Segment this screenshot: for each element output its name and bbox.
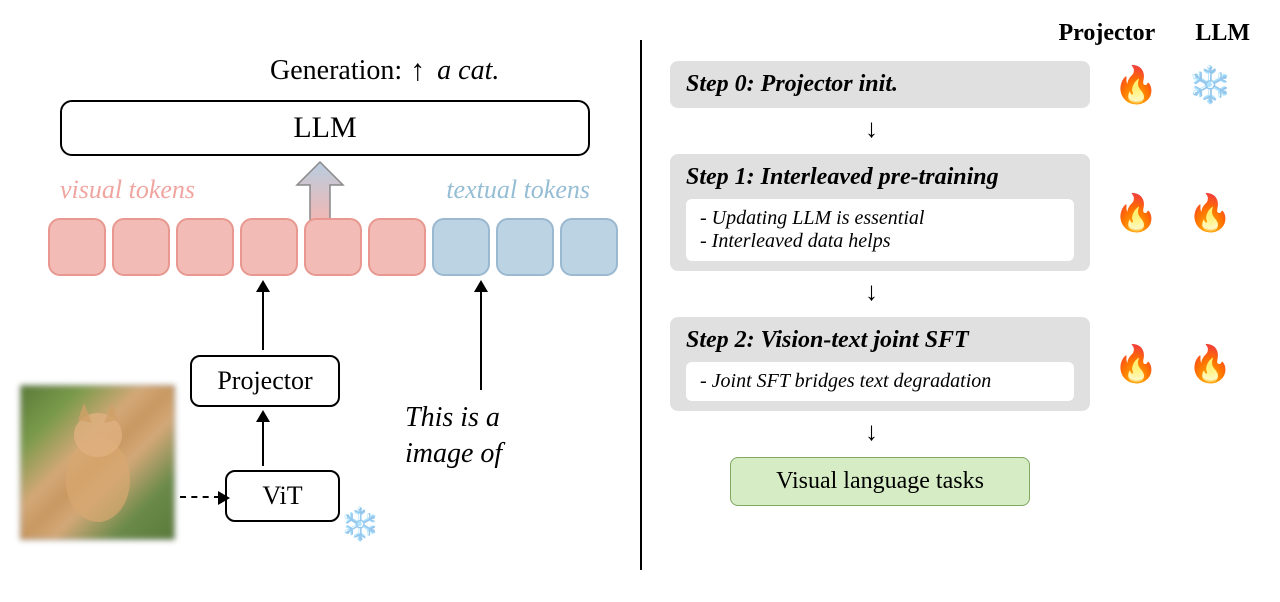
step-2-bullet: Joint SFT bridges text degradation	[700, 370, 1060, 393]
header-projector: Projector	[1059, 20, 1156, 47]
visual-tokens-label: visual tokens	[60, 175, 195, 205]
up-arrow-icon	[262, 420, 264, 466]
dashed-right-arrow-icon	[180, 496, 220, 498]
visual-token	[112, 218, 170, 276]
step-0-box: Step 0: Projector init.	[670, 61, 1090, 108]
architecture-diagram: Generation: ↑ a cat. LLM visual tokens t…	[0, 0, 640, 602]
caption-line: image of	[405, 436, 502, 472]
down-arrow-icon: ↓	[670, 279, 1260, 305]
fire-icon: 🔥	[1182, 192, 1238, 234]
training-steps-panel: Projector LLM Step 0: Projector init. 🔥 …	[640, 0, 1280, 602]
vit-label: ViT	[262, 481, 302, 511]
step-0-row: Step 0: Projector init. 🔥 ❄️	[670, 61, 1260, 108]
step-1-body: Updating LLM is essential Interleaved da…	[686, 199, 1074, 261]
input-image	[20, 385, 175, 540]
step-1-row: Step 1: Interleaved pre-training Updatin…	[670, 154, 1260, 271]
visual-token	[48, 218, 106, 276]
up-arrow-icon: ↑	[410, 56, 425, 86]
visual-token	[176, 218, 234, 276]
step-2-body: Joint SFT bridges text degradation	[686, 362, 1074, 401]
visual-token	[240, 218, 298, 276]
fire-icon: 🔥	[1108, 343, 1164, 385]
column-headers: Projector LLM	[670, 20, 1260, 47]
token-row	[48, 218, 618, 276]
down-arrow-icon: ↓	[670, 116, 1260, 142]
textual-tokens-label: textual tokens	[446, 175, 590, 205]
fire-icon: 🔥	[1108, 192, 1164, 234]
fire-icon: 🔥	[1108, 64, 1164, 106]
step-2-title: Step 2: Vision-text joint SFT	[686, 327, 1074, 354]
vit-box: ViT	[225, 470, 340, 522]
generation-output: a cat.	[437, 55, 499, 87]
textual-token	[560, 218, 618, 276]
step-1-bullet: Updating LLM is essential	[700, 207, 1060, 230]
caption-line: This is a	[405, 400, 502, 436]
visual-token	[304, 218, 362, 276]
token-labels: visual tokens textual tokens	[60, 175, 590, 205]
visual-token	[368, 218, 426, 276]
step-2-box: Step 2: Vision-text joint SFT Joint SFT …	[670, 317, 1090, 411]
generation-row: Generation: ↑ a cat.	[270, 55, 499, 87]
up-arrow-icon	[480, 290, 482, 390]
step-2-row: Step 2: Vision-text joint SFT Joint SFT …	[670, 317, 1260, 411]
projector-label: Projector	[217, 366, 312, 396]
llm-label: LLM	[293, 111, 356, 145]
fire-icon: 🔥	[1182, 343, 1238, 385]
step-0-title: Step 0: Projector init.	[686, 71, 1074, 98]
step-1-box: Step 1: Interleaved pre-training Updatin…	[670, 154, 1090, 271]
snowflake-icon: ❄️	[1182, 64, 1238, 106]
projector-box: Projector	[190, 355, 340, 407]
final-box: Visual language tasks	[730, 457, 1030, 506]
text-prompt: This is a image of	[405, 400, 502, 473]
textual-token	[496, 218, 554, 276]
up-arrow-icon	[262, 290, 264, 350]
llm-box: LLM	[60, 100, 590, 156]
header-llm: LLM	[1195, 20, 1250, 47]
final-label: Visual language tasks	[776, 468, 984, 494]
step-1-bullet: Interleaved data helps	[700, 230, 1060, 253]
step-1-title: Step 1: Interleaved pre-training	[686, 164, 1074, 191]
generation-label: Generation:	[270, 55, 402, 87]
snowflake-icon: ❄️	[340, 505, 380, 543]
textual-token	[432, 218, 490, 276]
down-arrow-icon: ↓	[670, 419, 1260, 445]
